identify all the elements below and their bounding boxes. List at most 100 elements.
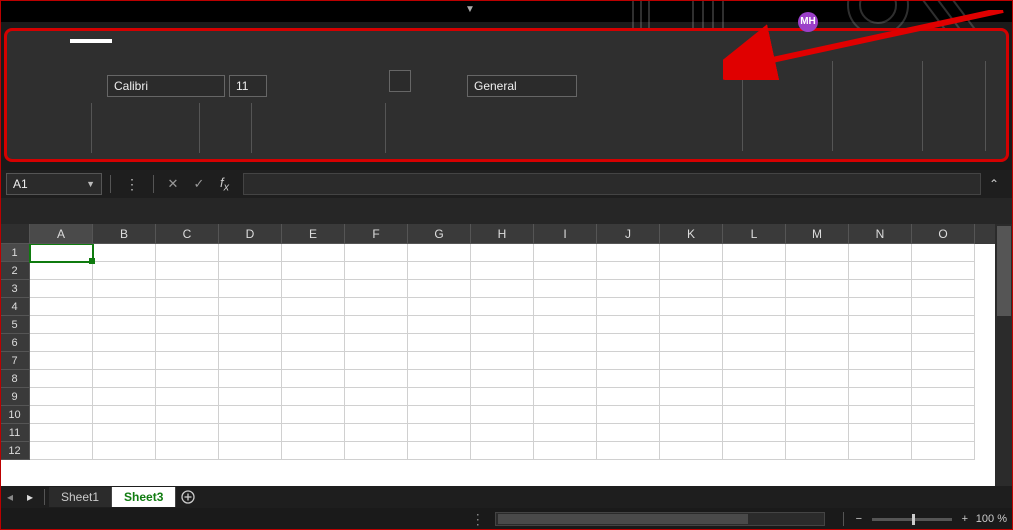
cell[interactable]	[471, 424, 534, 442]
cell[interactable]	[597, 244, 660, 262]
cell[interactable]	[30, 352, 93, 370]
cell[interactable]	[849, 424, 912, 442]
column-header[interactable]: H	[471, 224, 534, 244]
column-header[interactable]: E	[282, 224, 345, 244]
cell[interactable]	[30, 388, 93, 406]
column-header[interactable]: O	[912, 224, 975, 244]
status-bar-options-icon[interactable]: ⋮	[461, 511, 495, 528]
cell[interactable]	[534, 442, 597, 460]
cell[interactable]	[723, 406, 786, 424]
cell[interactable]	[723, 298, 786, 316]
row-header[interactable]: 10	[0, 406, 30, 424]
cell[interactable]	[786, 298, 849, 316]
wrap-text-button[interactable]	[389, 70, 411, 92]
cell[interactable]	[219, 424, 282, 442]
cell[interactable]	[849, 352, 912, 370]
cell[interactable]	[408, 406, 471, 424]
cell[interactable]	[849, 334, 912, 352]
zoom-out-button[interactable]: −	[852, 513, 866, 525]
cell[interactable]	[912, 280, 975, 298]
row-header[interactable]: 6	[0, 334, 30, 352]
cell[interactable]	[849, 406, 912, 424]
number-format-selector[interactable]: General	[467, 75, 577, 97]
cell[interactable]	[156, 370, 219, 388]
cell[interactable]	[723, 334, 786, 352]
cell[interactable]	[534, 424, 597, 442]
cell[interactable]	[660, 280, 723, 298]
cell[interactable]	[849, 442, 912, 460]
cell[interactable]	[282, 280, 345, 298]
cell[interactable]	[597, 352, 660, 370]
vertical-scrollbar[interactable]	[995, 224, 1013, 486]
cell[interactable]	[282, 262, 345, 280]
column-header[interactable]: K	[660, 224, 723, 244]
cell[interactable]	[912, 370, 975, 388]
cancel-formula-button[interactable]: ✕	[162, 176, 184, 192]
quick-access-dropdown-icon[interactable]: ▼	[465, 4, 475, 15]
insert-function-button[interactable]: fx	[214, 175, 235, 194]
cell[interactable]	[912, 388, 975, 406]
cell[interactable]	[345, 244, 408, 262]
cell[interactable]	[408, 316, 471, 334]
cell[interactable]	[30, 316, 93, 334]
expand-formula-bar-icon[interactable]: ⌃	[985, 177, 1003, 191]
accept-formula-button[interactable]: ✓	[188, 176, 210, 192]
cell[interactable]	[786, 370, 849, 388]
cell[interactable]	[912, 244, 975, 262]
cell[interactable]	[345, 262, 408, 280]
column-header[interactable]: G	[408, 224, 471, 244]
cell[interactable]	[219, 244, 282, 262]
cell[interactable]	[786, 316, 849, 334]
cell[interactable]	[219, 352, 282, 370]
user-avatar[interactable]: MH	[798, 12, 818, 32]
row-header[interactable]: 3	[0, 280, 30, 298]
cell[interactable]	[156, 406, 219, 424]
cell[interactable]	[345, 298, 408, 316]
cell[interactable]	[597, 424, 660, 442]
cell[interactable]	[723, 442, 786, 460]
row-header[interactable]: 8	[0, 370, 30, 388]
column-header[interactable]: M	[786, 224, 849, 244]
cell[interactable]	[345, 388, 408, 406]
cell[interactable]	[849, 370, 912, 388]
cell[interactable]	[534, 334, 597, 352]
cell[interactable]	[156, 316, 219, 334]
cell[interactable]	[471, 262, 534, 280]
add-sheet-button[interactable]	[176, 490, 200, 505]
cell[interactable]	[534, 370, 597, 388]
scrollbar-thumb[interactable]	[498, 514, 748, 524]
cell[interactable]	[219, 280, 282, 298]
cell[interactable]	[723, 352, 786, 370]
cell[interactable]	[534, 262, 597, 280]
cell[interactable]	[156, 334, 219, 352]
cell[interactable]	[912, 424, 975, 442]
cell[interactable]	[282, 424, 345, 442]
select-all-corner[interactable]	[0, 224, 30, 244]
cell[interactable]	[282, 442, 345, 460]
cell[interactable]	[282, 370, 345, 388]
cell[interactable]	[408, 442, 471, 460]
row-header[interactable]: 5	[0, 316, 30, 334]
cell[interactable]	[786, 442, 849, 460]
column-header[interactable]: F	[345, 224, 408, 244]
cell[interactable]	[786, 388, 849, 406]
cell[interactable]	[597, 334, 660, 352]
cell[interactable]	[534, 280, 597, 298]
cell[interactable]	[786, 262, 849, 280]
cell[interactable]	[912, 352, 975, 370]
cell[interactable]	[408, 280, 471, 298]
cell[interactable]	[849, 298, 912, 316]
cell[interactable]	[93, 316, 156, 334]
row-header[interactable]: 1	[0, 244, 30, 262]
cell[interactable]	[30, 334, 93, 352]
cell[interactable]	[93, 244, 156, 262]
cell[interactable]	[408, 244, 471, 262]
cell[interactable]	[471, 406, 534, 424]
cell[interactable]	[93, 370, 156, 388]
cell[interactable]	[660, 244, 723, 262]
column-header[interactable]: B	[93, 224, 156, 244]
cell[interactable]	[93, 424, 156, 442]
cell[interactable]	[156, 388, 219, 406]
cell[interactable]	[30, 442, 93, 460]
cell[interactable]	[93, 280, 156, 298]
